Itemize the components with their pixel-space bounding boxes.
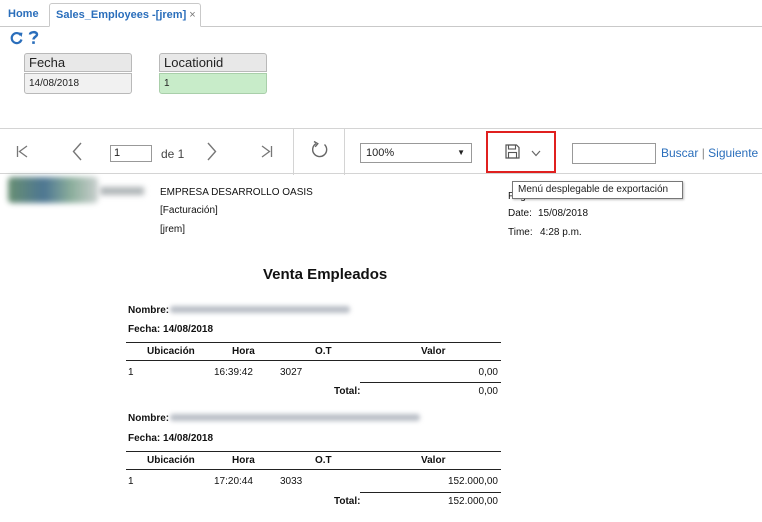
column-header-hora: Hora [232, 455, 255, 466]
nombre-label: Nombre: [128, 305, 170, 316]
company-logo-text [100, 187, 144, 195]
time-label: Time: [508, 227, 533, 238]
table-divider [126, 469, 501, 470]
column-header-ubicacion: Ubicación [147, 455, 195, 466]
first-page-icon[interactable] [16, 145, 28, 158]
tab-home[interactable]: Home [2, 3, 45, 27]
employee-name-redacted [170, 306, 350, 313]
report-toolbar: 1 de 1 100% ▼ Buscar | Siguiente [0, 128, 762, 175]
chevron-down-icon [531, 150, 541, 157]
prev-page-icon[interactable] [72, 142, 82, 161]
total-label: Total: [334, 386, 361, 397]
fecha-field[interactable]: 14/08/2018 [24, 73, 132, 94]
column-header-ubicacion: Ubicación [147, 346, 195, 357]
table-divider [126, 342, 501, 343]
search-button[interactable]: Buscar [661, 146, 698, 160]
search-separator: | [701, 146, 705, 160]
column-header-hora: Hora [232, 346, 255, 357]
employee-name-redacted [170, 414, 420, 421]
column-header-ot: O.T [315, 346, 332, 357]
table-divider [126, 360, 501, 361]
column-header-valor: Valor [421, 455, 446, 466]
fecha-line: Fecha: 14/08/2018 [128, 433, 213, 444]
next-page-icon[interactable] [207, 142, 217, 161]
search-input[interactable] [572, 143, 656, 164]
cell-hora: 17:20:44 [214, 476, 253, 487]
report-user: [jrem] [160, 224, 185, 235]
date-label: Date: [508, 208, 532, 219]
total-value: 0,00 [478, 386, 498, 397]
date-value: 15/08/2018 [538, 208, 589, 219]
tab-label: Sales_Employees -[jrem] [56, 9, 187, 21]
column-header-ot: O.T [315, 455, 332, 466]
company-name: EMPRESA DESARROLLO OASIS [160, 187, 313, 198]
nombre-label: Nombre: [128, 413, 170, 424]
column-header-valor: Valor [421, 346, 446, 357]
time-value: 4:28 p.m. [540, 227, 582, 238]
next-result-button[interactable]: Siguiente [708, 146, 758, 160]
fecha-text: Fecha: 14/08/2018 [128, 433, 214, 444]
fecha-label: Fecha [24, 53, 132, 72]
close-icon[interactable]: × [189, 9, 195, 21]
cell-valor: 152.000,00 [447, 476, 498, 487]
cell-hora: 16:39:42 [214, 367, 253, 378]
total-label: Total: [334, 496, 361, 507]
total-divider [360, 382, 501, 383]
export-tooltip: Menú desplegable de exportación [512, 181, 683, 199]
fecha-line: Fecha: 14/08/2018 [128, 324, 213, 335]
cell-ot: 3027 [280, 367, 303, 378]
report-subtitle: [Facturación] [160, 205, 218, 216]
toolbar-divider [293, 129, 294, 175]
save-icon [505, 144, 520, 159]
reload-icon[interactable] [310, 140, 330, 160]
report-title: Venta Empleados [263, 266, 388, 283]
dropdown-arrow-icon: ▼ [457, 148, 465, 157]
search-links: Buscar | Siguiente [661, 146, 758, 160]
fecha-text: Fecha: 14/08/2018 [128, 324, 214, 335]
cell-valor: 0,00 [478, 367, 498, 378]
locationid-label: Locationid [159, 53, 267, 72]
parameter-tools [10, 30, 39, 48]
locationid-field[interactable]: 1 [159, 73, 267, 94]
page-number-input[interactable]: 1 [110, 145, 152, 162]
cell-ot: 3033 [280, 476, 303, 487]
cell-ubicacion: 1 [128, 367, 134, 378]
zoom-value: 100% [366, 147, 395, 159]
refresh-icon[interactable] [10, 31, 23, 45]
toolbar-divider [344, 129, 345, 175]
cell-ubicacion: 1 [128, 476, 134, 487]
company-logo [8, 177, 98, 203]
help-icon[interactable] [28, 30, 39, 45]
total-divider [360, 492, 501, 493]
tab-bar: Home Sales_Employees -[jrem] × [0, 0, 762, 27]
tab-sales-employees[interactable]: Sales_Employees -[jrem] × [49, 3, 201, 27]
total-value: 152.000,00 [447, 496, 498, 507]
export-menu-button[interactable] [486, 131, 556, 173]
table-divider [126, 451, 501, 452]
last-page-icon[interactable] [261, 145, 273, 158]
report-page: EMPRESA DESARROLLO OASIS [Facturación] [… [0, 175, 762, 522]
page-count: de 1 [161, 147, 185, 161]
zoom-select[interactable]: 100% ▼ [360, 143, 472, 163]
